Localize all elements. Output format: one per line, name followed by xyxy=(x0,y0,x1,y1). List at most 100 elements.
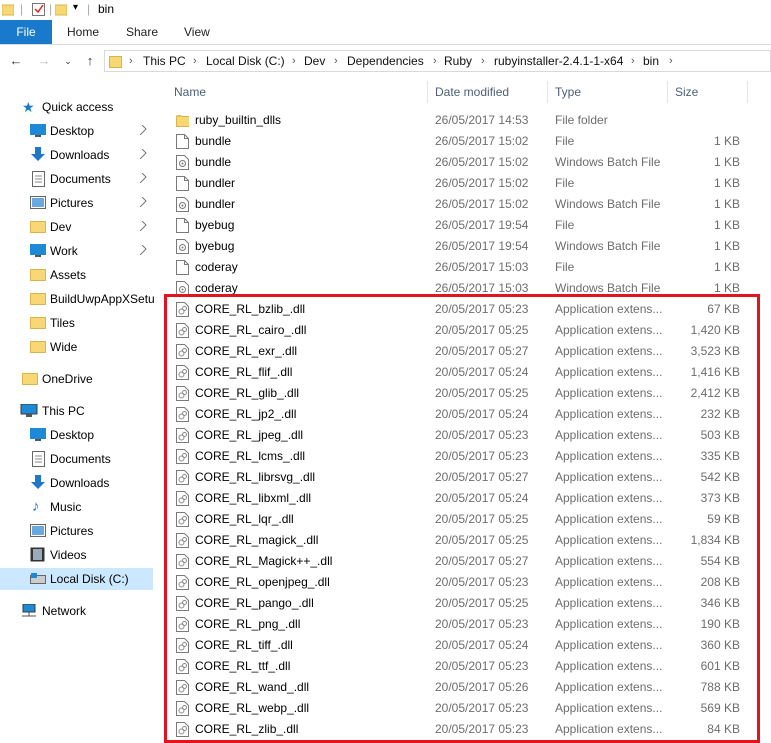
sidebar-item-pc-pictures[interactable]: Pictures xyxy=(0,520,158,542)
file-row[interactable]: CORE_RL_tiff_.dll 20/05/2017 05:24 Applica… xyxy=(170,635,760,656)
file-row[interactable]: CORE_RL_exr_.dll 20/05/2017 05:27 Applicat… xyxy=(170,341,760,362)
file-row[interactable]: CORE_RL_libxml_.dll 20/05/2017 05:24 Appli… xyxy=(170,488,760,509)
sidebar-item-music[interactable]: ♪ Music xyxy=(0,496,158,518)
sidebar-item-quick-access[interactable]: ★ Quick access xyxy=(0,96,158,118)
file-size: 1 KB xyxy=(713,260,740,274)
up-icon[interactable]: ↑ xyxy=(82,53,98,69)
pin-icon[interactable] xyxy=(140,221,148,231)
file-row[interactable]: CORE_RL_wand_.dll 20/05/2017 05:26 Applica… xyxy=(170,677,760,698)
chevron-right-icon[interactable]: › xyxy=(334,51,338,71)
file-row[interactable]: CORE_RL_pango_.dll 20/05/2017 05:25 Applic… xyxy=(170,593,760,614)
file-row[interactable]: bundle 26/05/2017 15:02 File 1 KB xyxy=(170,131,760,152)
chevron-right-icon[interactable]: › xyxy=(631,51,635,71)
file-row[interactable]: CORE_RL_Magick++_.dll 20/05/2017 05:27 App… xyxy=(170,551,760,572)
properties-icon[interactable] xyxy=(32,2,45,16)
sidebar-item-desktop[interactable]: Desktop xyxy=(0,120,158,142)
chevron-right-icon[interactable]: › xyxy=(669,51,673,71)
sidebar-item-downloads[interactable]: Downloads xyxy=(0,144,158,166)
sidebar-item-dev[interactable]: Dev xyxy=(0,216,158,238)
sidebar-item-wide[interactable]: Wide xyxy=(0,336,158,358)
column-divider[interactable] xyxy=(747,81,748,103)
file-row[interactable]: CORE_RL_ttf_.dll 20/05/2017 05:23 Applicat… xyxy=(170,656,760,677)
chevron-right-icon[interactable]: › xyxy=(129,51,133,71)
column-divider[interactable] xyxy=(427,81,428,103)
file-row[interactable]: coderay 26/05/2017 15:03 Windows Batch Fil… xyxy=(170,278,760,299)
forward-icon[interactable]: → xyxy=(36,53,52,69)
file-name: CORE_RL_magick_.dll xyxy=(195,533,319,547)
file-row[interactable]: byebug 26/05/2017 19:54 Windows Batch File… xyxy=(170,236,760,257)
file-date: 20/05/2017 05:23 xyxy=(435,428,529,442)
sidebar-item-videos[interactable]: Videos xyxy=(0,544,158,566)
pin-icon[interactable] xyxy=(140,149,148,159)
column-divider[interactable] xyxy=(547,81,548,103)
sidebar-item-builduwpappxsetu[interactable]: BuildUwpAppXSetu xyxy=(0,288,158,310)
sidebar-item-pc-downloads[interactable]: Downloads xyxy=(0,472,158,494)
customize-toolbar-icon[interactable]: ▾ xyxy=(73,2,78,13)
file-row[interactable]: CORE_RL_bzlib_.dll 20/05/2017 05:23 Applic… xyxy=(170,299,760,320)
chevron-right-icon[interactable]: › xyxy=(292,51,296,71)
tab-file[interactable]: File xyxy=(0,20,52,44)
file-row[interactable]: bundle 26/05/2017 15:02 Windows Batch File… xyxy=(170,152,760,173)
window-title: bin xyxy=(98,2,115,16)
sidebar-item-local-disk[interactable]: Local Disk (C:) xyxy=(0,568,153,590)
breadcrumb-this-pc[interactable]: This PC xyxy=(143,51,186,71)
file-row[interactable]: CORE_RL_webp_.dll 20/05/2017 05:23 Applica… xyxy=(170,698,760,719)
file-row[interactable]: ruby_builtin_dlls 26/05/2017 14:53 File fo… xyxy=(170,110,760,131)
pin-icon[interactable] xyxy=(140,197,148,207)
sidebar-item-pictures[interactable]: Pictures xyxy=(0,192,158,214)
file-row[interactable]: CORE_RL_lqr_.dll 20/05/2017 05:25 Applicat… xyxy=(170,509,760,530)
breadcrumb-dev[interactable]: Dev xyxy=(304,51,325,71)
folder-icon[interactable] xyxy=(2,2,14,16)
file-row[interactable]: CORE_RL_librsvg_.dll 20/05/2017 05:27 Appl… xyxy=(170,467,760,488)
file-size: 1,420 KB xyxy=(690,323,740,337)
file-row[interactable]: bundler 26/05/2017 15:02 Windows Batch Fil… xyxy=(170,194,760,215)
file-row[interactable]: CORE_RL_magick_.dll 20/05/2017 05:25 Appli… xyxy=(170,530,760,551)
recent-locations-icon[interactable]: ⌄ xyxy=(60,53,76,69)
sidebar-item-work[interactable]: Work xyxy=(0,240,158,262)
column-header-type[interactable]: Type xyxy=(555,79,665,105)
sidebar-item-this-pc[interactable]: This PC xyxy=(0,400,158,422)
sidebar-item-pc-documents[interactable]: Documents xyxy=(0,448,158,470)
chevron-right-icon[interactable]: › xyxy=(433,51,437,71)
breadcrumb-dependencies[interactable]: Dependencies xyxy=(347,51,424,71)
breadcrumb-ruby[interactable]: Ruby xyxy=(444,51,472,71)
breadcrumb-local-disk[interactable]: Local Disk (C:) xyxy=(206,51,285,71)
file-row[interactable]: CORE_RL_png_.dll 20/05/2017 05:23 Applicat… xyxy=(170,614,760,635)
file-date: 26/05/2017 19:54 xyxy=(435,218,529,232)
dll-icon xyxy=(176,575,189,590)
pin-icon[interactable] xyxy=(140,125,148,135)
column-header-name[interactable]: Name xyxy=(174,79,424,105)
breadcrumb-bin[interactable]: bin xyxy=(643,51,659,71)
column-header-size[interactable]: Size xyxy=(675,79,745,105)
file-row[interactable]: CORE_RL_jp2_.dll 20/05/2017 05:24 Applicat… xyxy=(170,404,760,425)
tab-view[interactable]: View xyxy=(184,20,210,44)
file-row[interactable]: CORE_RL_glib_.dll 20/05/2017 05:25 Applica… xyxy=(170,383,760,404)
tab-share[interactable]: Share xyxy=(126,20,158,44)
chevron-right-icon[interactable]: › xyxy=(193,51,197,71)
column-divider[interactable] xyxy=(667,81,668,103)
file-row[interactable]: coderay 26/05/2017 15:03 File 1 KB xyxy=(170,257,760,278)
sidebar-item-onedrive[interactable]: OneDrive xyxy=(0,368,158,390)
file-row[interactable]: CORE_RL_openjpeg_.dll 20/05/2017 05:23 App… xyxy=(170,572,760,593)
pin-icon[interactable] xyxy=(140,173,148,183)
file-row[interactable]: byebug 26/05/2017 19:54 File 1 KB xyxy=(170,215,760,236)
pin-icon[interactable] xyxy=(140,245,148,255)
chevron-right-icon[interactable]: › xyxy=(481,51,485,71)
sidebar-item-tiles[interactable]: Tiles xyxy=(0,312,158,334)
file-row[interactable]: CORE_RL_zlib_.dll 20/05/2017 05:23 Applica… xyxy=(170,719,760,740)
column-header-date[interactable]: Date modified xyxy=(435,79,545,105)
file-row[interactable]: CORE_RL_lcms_.dll 20/05/2017 05:23 Applica… xyxy=(170,446,760,467)
sidebar-item-pc-desktop[interactable]: Desktop xyxy=(0,424,158,446)
sidebar-item-network[interactable]: Network xyxy=(0,600,158,622)
file-row[interactable]: CORE_RL_flif_.dll 20/05/2017 05:24 Applica… xyxy=(170,362,760,383)
tab-home[interactable]: Home xyxy=(67,20,99,44)
new-folder-icon[interactable] xyxy=(55,2,67,16)
sidebar-item-assets[interactable]: Assets xyxy=(0,264,158,286)
file-row[interactable]: CORE_RL_jpeg_.dll 20/05/2017 05:23 Applica… xyxy=(170,425,760,446)
breadcrumb-rubyinstaller[interactable]: rubyinstaller-2.4.1-1-x64 xyxy=(494,51,623,71)
file-row[interactable]: bundler 26/05/2017 15:02 File 1 KB xyxy=(170,173,760,194)
sidebar-item-documents[interactable]: Documents xyxy=(0,168,158,190)
address-bar[interactable]: › This PC › Local Disk (C:) › Dev › Depe… xyxy=(104,50,771,72)
back-icon[interactable]: ← xyxy=(8,53,24,69)
file-row[interactable]: CORE_RL_cairo_.dll 20/05/2017 05:25 Applic… xyxy=(170,320,760,341)
